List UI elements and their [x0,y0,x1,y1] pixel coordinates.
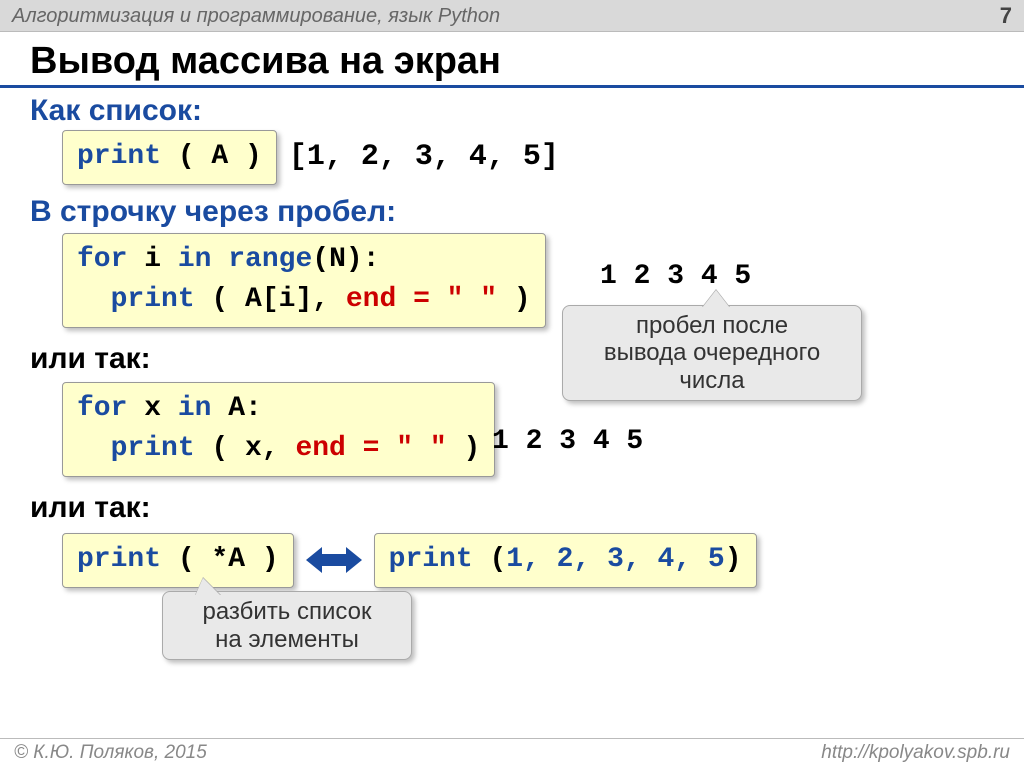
callout-tail-icon [195,578,221,596]
footer-bar: © К.Ю. Поляков, 2015 http://kpolyakov.sp… [0,738,1024,767]
output-list: [1, 2, 3, 4, 5] [289,140,559,174]
doc-title: Алгоритмизация и программирование, язык … [12,5,500,28]
copyright: © К.Ю. Поляков, 2015 [14,742,207,764]
output-for-x: 1 2 3 4 5 [492,426,643,457]
header-bar: Алгоритмизация и программирование, язык … [0,0,1024,32]
page-title: Вывод массива на экран [0,32,1024,88]
output-for-range: 1 2 3 4 5 [600,261,751,292]
code-print-list: print ( A ) [62,130,277,185]
site-url: http://kpolyakov.spb.ru [821,742,1010,764]
page-number: 7 [1000,3,1012,29]
code-for-x: for x in A: print ( x, end = " " ) [62,382,495,477]
content-area: Как список: print ( A ) [1, 2, 3, 4, 5] … [0,88,1024,738]
code-print-expanded: print (1, 2, 3, 4, 5) [374,533,757,588]
callout-tail-icon [702,290,730,308]
double-arrow-icon [306,545,362,575]
code-print-star: print ( *A ) [62,533,294,588]
subhead-space-row: В строчку через пробел: [30,195,994,229]
code-for-range: for i in range(N): print ( A[i], end = "… [62,233,546,328]
callout-split-list: разбить список на элементы [162,591,412,660]
subhead-as-list: Как список: [30,94,994,128]
callout-text: разбить список на элементы [203,598,372,653]
subhead-or2: или так: [30,491,994,525]
